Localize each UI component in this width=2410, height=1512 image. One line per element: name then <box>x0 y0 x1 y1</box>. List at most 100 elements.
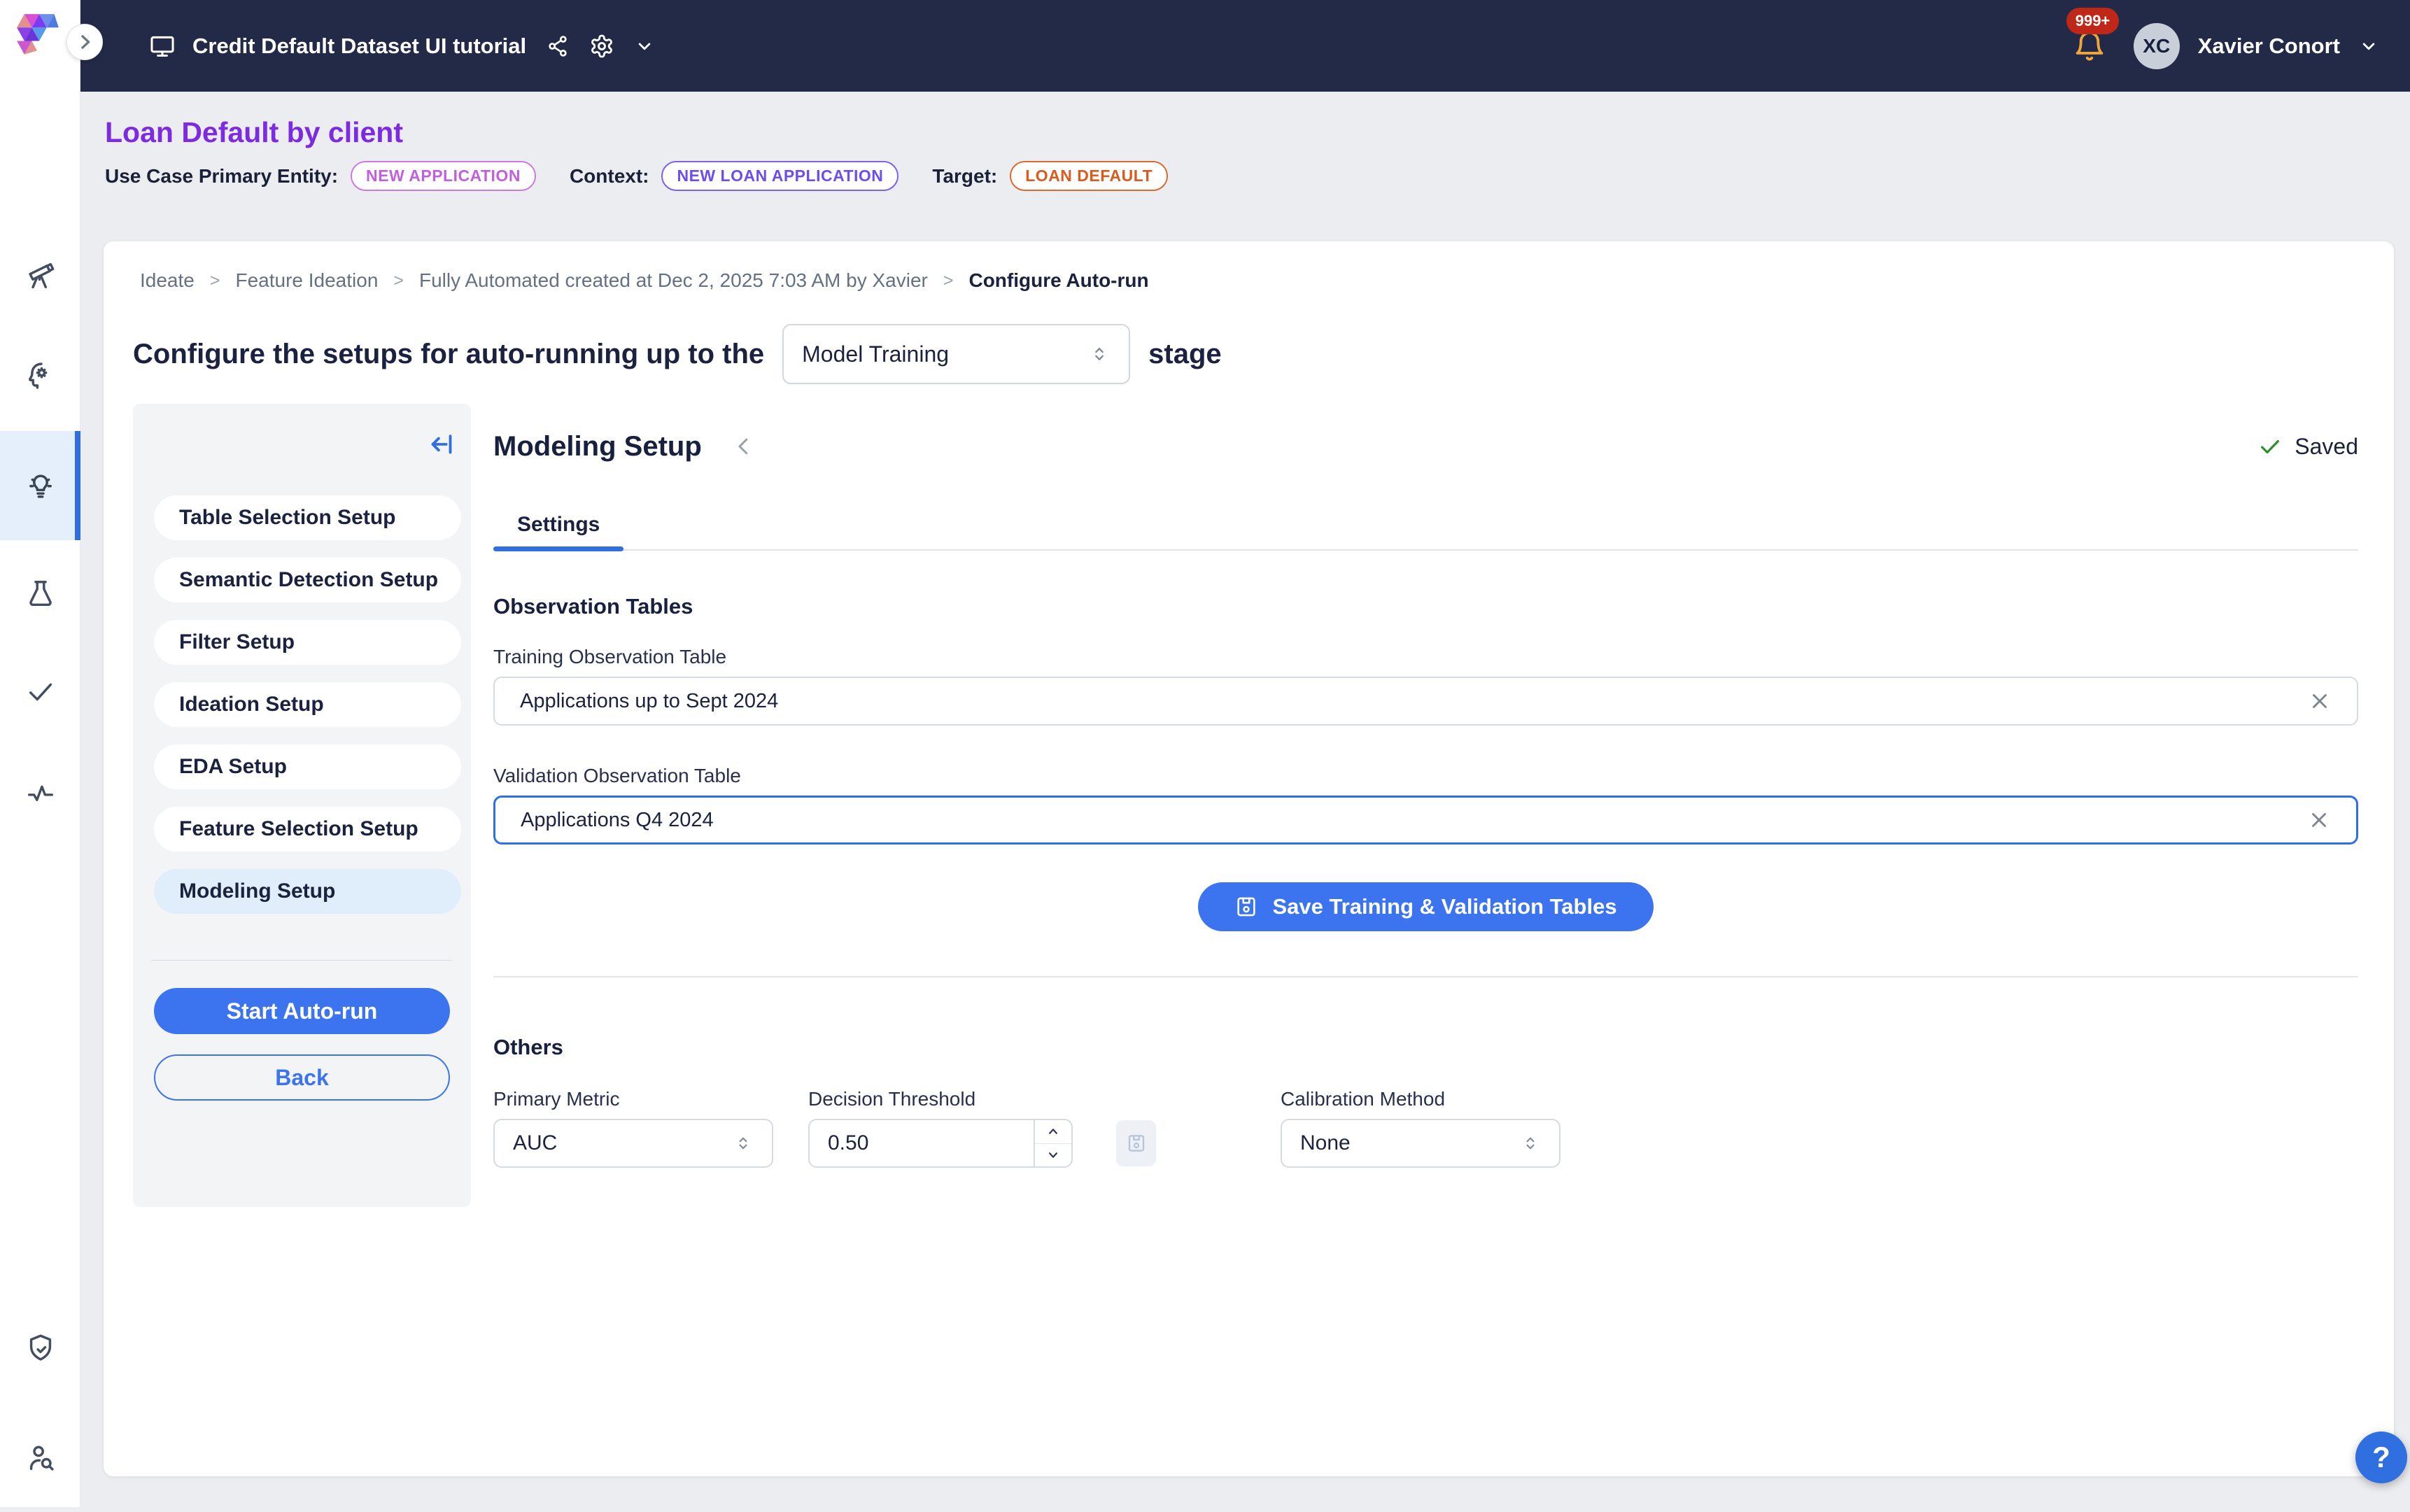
sidebar-expand-button[interactable] <box>66 24 103 60</box>
share-button[interactable] <box>546 34 570 58</box>
stepper-up-button[interactable] <box>1035 1120 1071 1144</box>
unfold-chevrons-icon <box>1088 343 1111 365</box>
sidebar-item-monitoring[interactable] <box>0 739 80 848</box>
lightbulb-icon <box>24 469 57 502</box>
telescope-icon <box>24 260 57 292</box>
setup-step-table-selection[interactable]: Table Selection Setup <box>154 495 461 540</box>
decision-threshold-field: Decision Threshold 0.50 <box>808 1088 1156 1168</box>
topbar: Credit Default Dataset UI tutorial <box>80 0 2410 92</box>
chevron-up-icon <box>1044 1122 1062 1140</box>
usecase-title: Loan Default by client <box>105 116 403 149</box>
validation-table-label: Validation Observation Table <box>493 765 2358 787</box>
sidebar-item-approvals[interactable] <box>0 637 80 747</box>
primary-metric-value: AUC <box>513 1131 557 1155</box>
close-icon <box>2307 808 2331 832</box>
save-icon <box>1126 1133 1147 1154</box>
shield-check-icon <box>24 1331 57 1364</box>
sidebar-item-semantics[interactable] <box>0 321 80 430</box>
user-name: Xavier Conort <box>2198 34 2340 59</box>
setup-step-semantic-detection[interactable]: Semantic Detection Setup <box>154 558 461 602</box>
decision-threshold-label: Decision Threshold <box>808 1088 1156 1110</box>
clear-validation-table-button[interactable] <box>2307 808 2331 832</box>
observation-tables-heading: Observation Tables <box>493 594 2358 619</box>
sidebar-item-ideate[interactable] <box>0 431 80 540</box>
context-label: Context: <box>570 165 649 188</box>
save-tables-button[interactable]: Save Training & Validation Tables <box>1198 882 1653 931</box>
gear-icon <box>589 34 614 59</box>
notifications-button[interactable]: 999+ <box>2073 30 2106 62</box>
configure-heading: Configure the setups for auto-running up… <box>133 324 1222 384</box>
configure-autorun-card: Ideate > Feature Ideation > Fully Automa… <box>104 241 2394 1476</box>
featurebyte-logo-icon[interactable] <box>15 14 60 56</box>
target-label: Target: <box>932 165 997 188</box>
breadcrumb-item-run[interactable]: Fully Automated created at Dec 2, 2025 7… <box>419 269 928 292</box>
panel-back-button[interactable] <box>731 434 756 459</box>
decision-threshold-stepper <box>1034 1120 1071 1166</box>
training-table-input[interactable]: Applications up to Sept 2024 <box>493 677 2358 726</box>
calibration-method-select[interactable]: None <box>1281 1119 1560 1168</box>
stage-select[interactable]: Model Training <box>782 324 1130 384</box>
setup-step-ideation[interactable]: Ideation Setup <box>154 682 461 727</box>
primary-entity-label: Use Case Primary Entity: <box>105 165 338 188</box>
user-menu-button[interactable] <box>2358 36 2379 57</box>
decision-threshold-value: 0.50 <box>810 1120 1034 1166</box>
panel-title: Modeling Setup <box>493 431 702 462</box>
unfold-chevrons-icon <box>1520 1133 1541 1154</box>
save-icon <box>1234 895 1258 919</box>
sidebar-item-user-search[interactable] <box>0 1403 80 1512</box>
clear-training-table-button[interactable] <box>2308 689 2332 713</box>
stepper-down-button[interactable] <box>1035 1144 1071 1167</box>
chevron-right-icon <box>74 31 95 52</box>
section-divider <box>493 976 2358 977</box>
saved-label: Saved <box>2295 434 2358 460</box>
sidebar-item-explore[interactable] <box>0 221 80 330</box>
training-table-label: Training Observation Table <box>493 646 2358 668</box>
primary-metric-label: Primary Metric <box>493 1088 773 1110</box>
setup-step-filter[interactable]: Filter Setup <box>154 620 461 665</box>
chevron-down-icon <box>1044 1146 1062 1164</box>
user-search-icon <box>24 1441 57 1474</box>
calibration-method-value: None <box>1300 1131 1351 1155</box>
breadcrumb-item-feature-ideation[interactable]: Feature Ideation <box>235 269 378 292</box>
tab-settings[interactable]: Settings <box>493 513 623 549</box>
help-button[interactable]: ? <box>2355 1432 2407 1483</box>
breadcrumb-item-ideate[interactable]: Ideate <box>140 269 195 292</box>
avatar[interactable]: XC <box>2134 23 2180 69</box>
configure-heading-suffix: stage <box>1148 339 1222 370</box>
setup-step-nav: Table Selection Setup Semantic Detection… <box>133 404 471 1207</box>
sidebar-item-experiments[interactable] <box>0 539 80 649</box>
others-fields: Primary Metric AUC Decision Threshold 0.… <box>493 1088 2358 1168</box>
collapse-panel-button[interactable] <box>428 430 456 458</box>
project-settings-button[interactable] <box>589 34 614 59</box>
unfold-chevrons-icon <box>733 1133 754 1154</box>
breadcrumb-item-current: Configure Auto-run <box>968 269 1148 292</box>
activity-icon <box>24 777 57 810</box>
close-icon <box>2308 689 2332 713</box>
breadcrumb-separator: > <box>943 271 954 291</box>
setup-step-feature-selection[interactable]: Feature Selection Setup <box>154 807 461 852</box>
sidebar-item-governance[interactable] <box>0 1293 80 1402</box>
stage-select-value: Model Training <box>802 341 949 367</box>
target-badge: LOAN DEFAULT <box>1010 161 1168 191</box>
save-tables-label: Save Training & Validation Tables <box>1272 894 1616 919</box>
validation-table-input[interactable]: Applications Q4 2024 <box>493 796 2358 845</box>
training-table-value: Applications up to Sept 2024 <box>520 690 778 713</box>
save-threshold-button[interactable] <box>1116 1120 1156 1166</box>
setup-step-modeling[interactable]: Modeling Setup <box>154 869 461 914</box>
primary-metric-select[interactable]: AUC <box>493 1119 773 1168</box>
bell-icon <box>2073 30 2106 62</box>
modeling-setup-panel: Modeling Setup Saved Settings O <box>493 429 2358 1168</box>
primary-metric-field: Primary Metric AUC <box>493 1088 773 1168</box>
start-autorun-button[interactable]: Start Auto-run <box>154 988 450 1034</box>
check-icon <box>24 676 57 708</box>
project-menu-button[interactable] <box>634 36 655 57</box>
back-button[interactable]: Back <box>154 1054 450 1101</box>
validation-table-value: Applications Q4 2024 <box>521 809 714 832</box>
decision-threshold-input[interactable]: 0.50 <box>808 1119 1073 1168</box>
context-badge: NEW LOAN APPLICATION <box>661 161 899 191</box>
head-gear-icon <box>24 360 57 392</box>
saved-status: Saved <box>2258 434 2358 460</box>
share-icon <box>546 34 570 58</box>
breadcrumb-separator: > <box>393 271 404 291</box>
setup-step-eda[interactable]: EDA Setup <box>154 744 461 789</box>
